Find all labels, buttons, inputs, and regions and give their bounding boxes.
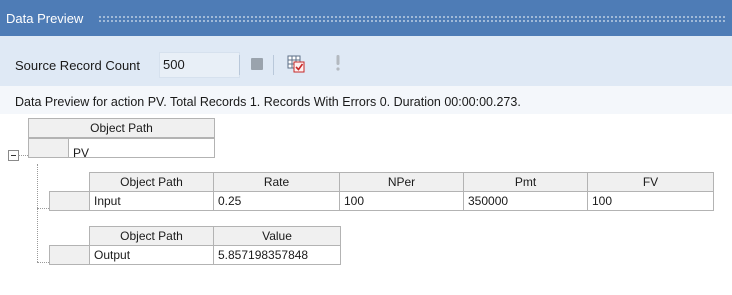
column-header-object-path[interactable]: Object Path <box>28 118 215 138</box>
column-header-object-path[interactable]: Object Path <box>89 172 214 192</box>
cell-object-path[interactable]: Input <box>89 191 214 211</box>
grid-check-icon[interactable] <box>285 52 307 74</box>
source-record-count-label: Source Record Count <box>15 58 141 73</box>
output-grid: Object Path Value Output 5.857198357848 <box>49 226 341 265</box>
toolbar-separator <box>239 55 240 75</box>
toolbar-separator <box>273 55 274 75</box>
row-selector[interactable] <box>28 138 69 158</box>
source-record-count-input[interactable]: 500 <box>159 52 240 78</box>
column-header-value[interactable]: Value <box>213 226 341 246</box>
panel-title: Data Preview <box>6 11 84 26</box>
column-header-rate[interactable]: Rate <box>213 172 340 192</box>
cell-rate[interactable]: 0.25 <box>213 191 340 211</box>
cell-fv[interactable]: 100 <box>587 191 714 211</box>
exclamation-icon[interactable] <box>333 54 343 72</box>
master-row[interactable] <box>28 138 215 158</box>
object-path-cell[interactable] <box>68 138 215 158</box>
status-line: Data Preview for action PV. Total Record… <box>0 86 732 114</box>
toolbar: Source Record Count 500 <box>0 36 732 86</box>
row-selector[interactable] <box>49 245 90 265</box>
table-row[interactable]: Output 5.857198357848 <box>49 245 341 265</box>
tree-line <box>37 262 49 263</box>
input-grid: Object Path Rate NPer Pmt FV Input 0.25 … <box>49 172 714 211</box>
stop-icon[interactable] <box>251 58 263 70</box>
cell-object-path[interactable]: Output <box>89 245 214 265</box>
row-selector[interactable] <box>49 191 90 211</box>
column-header-object-path[interactable]: Object Path <box>89 226 214 246</box>
cell-pmt[interactable]: 350000 <box>463 191 588 211</box>
tree-line <box>37 208 49 209</box>
cell-nper[interactable]: 100 <box>339 191 464 211</box>
tree-line <box>37 164 38 262</box>
title-grip[interactable] <box>98 15 726 22</box>
cell-value[interactable]: 5.857198357848 <box>213 245 341 265</box>
column-header-pmt[interactable]: Pmt <box>463 172 588 192</box>
panel-title-bar: Data Preview <box>0 0 732 36</box>
table-row[interactable]: Input 0.25 100 350000 100 <box>49 191 714 211</box>
status-text: Data Preview for action PV. Total Record… <box>15 95 521 109</box>
column-header-nper[interactable]: NPer <box>339 172 464 192</box>
column-header-fv[interactable]: FV <box>587 172 714 192</box>
tree-line <box>18 155 28 156</box>
master-row-pv: PV <box>73 146 90 160</box>
master-grid-header: Object Path <box>28 118 215 138</box>
